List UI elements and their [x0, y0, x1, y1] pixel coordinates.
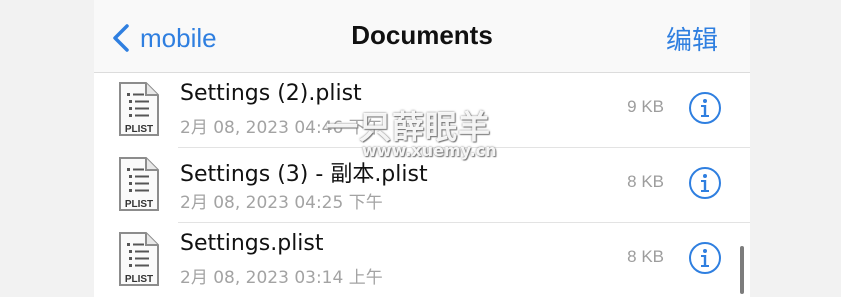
file-icon-label: PLIST	[125, 124, 153, 135]
file-icon-label: PLIST	[125, 274, 153, 285]
file-size: 8 KB	[627, 247, 664, 266]
file-name: Settings.plist	[180, 231, 324, 256]
file-date: 2月 08, 2023 03:14 上午	[180, 268, 383, 288]
file-icon-label: PLIST	[125, 199, 153, 210]
navigation-bar: mobile Documents 编辑	[94, 0, 750, 73]
info-circle-icon[interactable]	[688, 166, 722, 200]
plist-file-icon: PLIST	[119, 232, 159, 286]
file-size: 8 KB	[627, 172, 664, 191]
plist-file-icon: PLIST	[119, 82, 159, 136]
file-name: Settings (3) - 副本.plist	[180, 162, 428, 187]
file-date: 2月 08, 2023 04:25 下午	[180, 193, 383, 213]
file-size: 9 KB	[627, 97, 664, 116]
page-title: Documents	[351, 20, 493, 50]
watermark-url: www.xuemy.cn	[362, 141, 497, 160]
file-row[interactable]: PLIST Settings.plist 2月 08, 2023 03:14 上…	[94, 223, 750, 297]
file-browser: mobile Documents 编辑 PLIST Settings (2).p…	[94, 0, 750, 297]
scrollbar[interactable]	[740, 246, 744, 294]
info-circle-icon[interactable]	[688, 91, 722, 125]
edit-button[interactable]: 编辑	[666, 20, 718, 57]
plist-file-icon: PLIST	[119, 157, 159, 211]
info-circle-icon[interactable]	[688, 241, 722, 275]
